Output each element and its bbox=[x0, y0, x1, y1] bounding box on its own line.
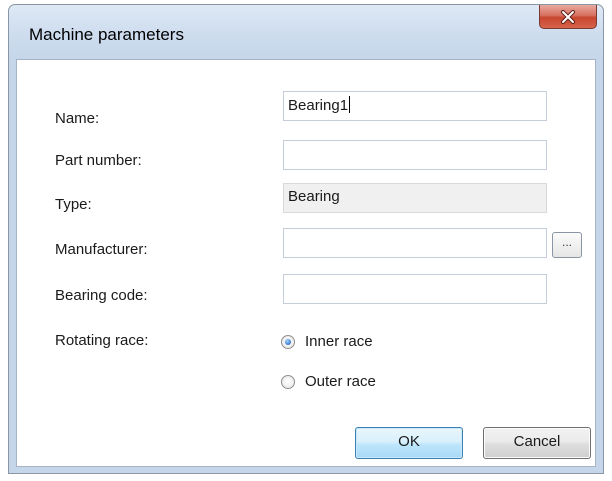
type-label: Type: bbox=[55, 196, 92, 213]
dialog-body: Name: Bearing1 Part number: Type: Bearin… bbox=[16, 59, 596, 467]
part-number-field[interactable] bbox=[283, 140, 547, 170]
name-value: Bearing1 bbox=[288, 97, 349, 114]
type-field: Bearing bbox=[283, 183, 547, 213]
part-number-label: Part number: bbox=[55, 152, 142, 169]
bearing-code-label: Bearing code: bbox=[55, 287, 148, 304]
close-icon bbox=[561, 9, 575, 24]
bearing-code-field[interactable] bbox=[283, 274, 547, 304]
manufacturer-label: Manufacturer: bbox=[55, 241, 148, 258]
rotating-race-label: Rotating race: bbox=[55, 332, 149, 349]
outer-race-label: Outer race bbox=[305, 373, 376, 390]
inner-race-radio[interactable]: Inner race bbox=[281, 333, 373, 350]
radio-checked-icon bbox=[281, 334, 295, 349]
name-label: Name: bbox=[55, 110, 100, 127]
inner-race-label: Inner race bbox=[305, 333, 373, 350]
cancel-button[interactable]: Cancel bbox=[483, 427, 591, 459]
name-field[interactable]: Bearing1 bbox=[283, 91, 547, 121]
title-bar[interactable]: Machine parameters bbox=[9, 5, 603, 59]
text-caret bbox=[349, 96, 351, 113]
browse-manufacturer-button[interactable]: ... bbox=[552, 232, 582, 258]
machine-parameters-dialog: Machine parameters Name: Bearing1 Part n… bbox=[8, 4, 604, 474]
close-button[interactable] bbox=[539, 5, 597, 29]
manufacturer-field[interactable] bbox=[283, 228, 547, 258]
outer-race-radio[interactable]: Outer race bbox=[281, 373, 376, 390]
radio-unchecked-icon bbox=[281, 374, 295, 389]
ok-button[interactable]: OK bbox=[355, 427, 463, 459]
window-title: Machine parameters bbox=[29, 25, 184, 44]
